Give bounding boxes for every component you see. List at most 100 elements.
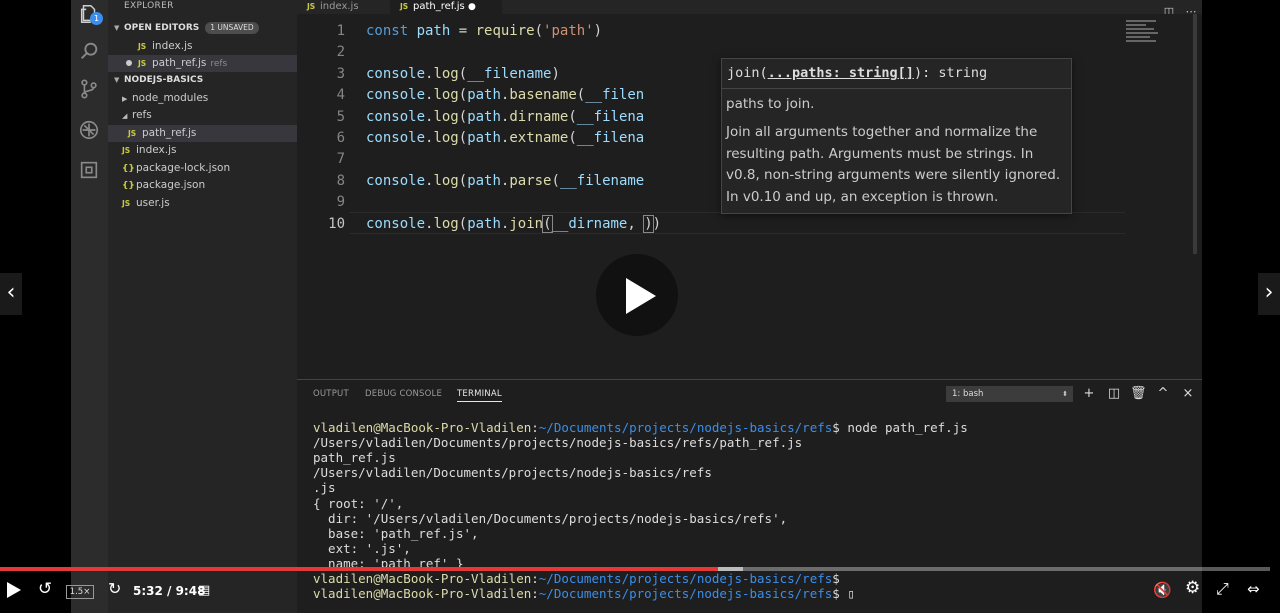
play-small-icon[interactable]: [6, 581, 22, 603]
json-file-icon: {}: [122, 181, 135, 191]
editor-scrollbar[interactable]: [1193, 14, 1197, 254]
editor-actions: ◫ ⋯: [1158, 0, 1202, 18]
project-label: NODEJS-BASICS: [124, 75, 204, 85]
tree-item-user[interactable]: JS user.js: [108, 195, 297, 212]
terminal-line: base: 'path_ref.js',: [313, 525, 479, 541]
line-number: 7: [336, 151, 345, 168]
play-button[interactable]: [596, 254, 678, 336]
search-icon[interactable]: [78, 40, 100, 62]
tree-item-package-lock[interactable]: {}package-lock.json: [108, 160, 297, 177]
fullscreen-icon[interactable]: ⤢: [1216, 579, 1229, 599]
open-editor-name: path_ref.js: [152, 57, 207, 69]
split-terminal-icon[interactable]: ◫: [1106, 386, 1122, 402]
select-arrows-icon: ⬍: [1062, 390, 1068, 398]
extensions-icon[interactable]: [78, 159, 100, 181]
line-number: 10: [328, 215, 345, 232]
terminal-line: { root: '/',: [313, 495, 404, 511]
project-section[interactable]: ▼ NODEJS-BASICS: [108, 72, 297, 89]
chevron-down-icon: ▼: [114, 24, 120, 32]
terminal-line: /Users/vladilen/Documents/projects/nodej…: [313, 465, 712, 481]
minimap[interactable]: [1126, 20, 1160, 46]
tab-index-js[interactable]: JS index.js: [297, 0, 389, 14]
unsaved-dot-icon: [126, 60, 132, 66]
terminal-select[interactable]: 1: bash ⬍: [946, 386, 1073, 402]
signature-suffix: ): string: [913, 65, 988, 81]
tab-terminal[interactable]: TERMINAL: [457, 389, 502, 402]
tree-item-label: index.js: [136, 144, 177, 156]
code-line: console.log(path.basename(__filen: [366, 87, 645, 104]
line-number: 4: [336, 87, 345, 104]
open-editors-section[interactable]: ▼ OPEN EDITORS 1 UNSAVED: [108, 20, 297, 37]
terminal-select-value: 1: bash: [952, 389, 984, 399]
tree-item-label: path_ref.js: [142, 127, 197, 139]
tree-item-index[interactable]: JS index.js: [108, 142, 297, 159]
chevron-right-icon: ▶: [122, 95, 128, 103]
js-file-icon: JS: [138, 42, 147, 51]
expand-icon[interactable]: ⇔: [1247, 580, 1260, 598]
tree-item-label: node_modules: [132, 92, 209, 104]
signature-prefix: join(: [727, 65, 768, 81]
tree-item-node-modules[interactable]: ▶ node_modules: [108, 90, 297, 107]
play-icon: [626, 278, 656, 314]
js-file-icon: JS: [122, 146, 131, 155]
previous-lesson-button[interactable]: ‹: [0, 273, 22, 315]
playback-speed[interactable]: 1.5×: [66, 585, 94, 599]
code-line: console.log(path.parse(__filename: [366, 172, 645, 189]
chevron-up-icon[interactable]: ^: [1155, 386, 1171, 402]
editor-tabs: JS index.js JS path_ref.js ● ◫ ⋯: [297, 0, 1202, 18]
function-doc: Join all arguments together and normaliz…: [726, 124, 1061, 205]
chevron-down-icon: ▼: [114, 76, 120, 84]
source-control-icon[interactable]: [78, 78, 100, 100]
parameter-hint-popup: join(...paths: string[]): string paths t…: [721, 58, 1072, 214]
code-line: const path = require('path'): [366, 23, 603, 39]
close-icon[interactable]: ×: [1180, 386, 1196, 402]
js-file-icon: JS: [128, 129, 137, 138]
tab-output[interactable]: OUTPUT: [313, 389, 349, 399]
notes-icon[interactable]: ▤: [198, 583, 210, 598]
notification-badge: 1: [90, 12, 103, 25]
tab-label: index.js: [320, 1, 359, 12]
progress-played: [0, 567, 718, 571]
js-file-icon: JS: [400, 2, 409, 11]
volume-icon[interactable]: 🔇: [1153, 581, 1172, 599]
signature-active-param: ...paths: string[]: [767, 65, 914, 81]
trash-icon[interactable]: 🗑: [1130, 386, 1147, 402]
js-file-icon: JS: [122, 199, 131, 208]
tree-item-refs[interactable]: ◢ refs: [108, 107, 297, 124]
explorer-sidebar: EXPLORER ▼ OPEN EDITORS 1 UNSAVED JS index.…: [108, 0, 297, 613]
code-line: console.log(__filename): [366, 65, 560, 82]
code-line: console.log(path.dirname(__filena: [366, 108, 645, 125]
terminal-line: .js: [313, 480, 336, 496]
forward-icon[interactable]: ↻: [108, 579, 121, 598]
open-editor-item[interactable]: JS path_ref.js refs: [108, 55, 297, 72]
tree-item-label: package.json: [136, 179, 206, 191]
next-lesson-button[interactable]: ›: [1258, 273, 1280, 315]
tree-item-label: user.js: [136, 197, 170, 209]
open-editors-label: OPEN EDITORS: [124, 23, 200, 33]
terminal-line: path_ref.js: [313, 450, 396, 466]
tab-path-ref-js[interactable]: JS path_ref.js ●: [390, 0, 502, 14]
open-editor-hint: refs: [210, 59, 228, 69]
gear-icon[interactable]: ⚙: [1185, 578, 1200, 598]
code-line: console.log(path.join(__dirname, )): [366, 214, 662, 233]
open-editor-item[interactable]: JS index.js: [108, 38, 297, 55]
terminal-line: ext: '.js',: [313, 540, 411, 556]
json-file-icon: {}: [122, 164, 135, 174]
unsaved-badge: 1 UNSAVED: [205, 21, 259, 34]
tab-debug-console[interactable]: DEBUG CONSOLE: [365, 389, 442, 399]
unsaved-dot-icon: ●: [467, 2, 476, 12]
debug-icon[interactable]: [78, 119, 100, 141]
terminal-line: vladilen@MacBook-Pro-Vladilen:~/Document…: [313, 420, 968, 435]
code-line: console.log(path.extname(__filena: [366, 130, 645, 146]
progress-buffered: [717, 567, 743, 571]
explorer-title: EXPLORER: [124, 1, 174, 11]
chevron-down-icon: ◢: [122, 112, 128, 120]
js-file-icon: JS: [307, 2, 316, 11]
tree-item-path-ref[interactable]: JS path_ref.js: [108, 125, 297, 142]
js-file-icon: JS: [138, 59, 147, 68]
tree-item-package[interactable]: {}package.json: [108, 177, 297, 194]
line-number: 9: [336, 194, 345, 211]
line-number: 6: [336, 130, 345, 146]
add-terminal-icon[interactable]: +: [1081, 386, 1097, 402]
rewind-icon[interactable]: ↺: [38, 579, 52, 599]
